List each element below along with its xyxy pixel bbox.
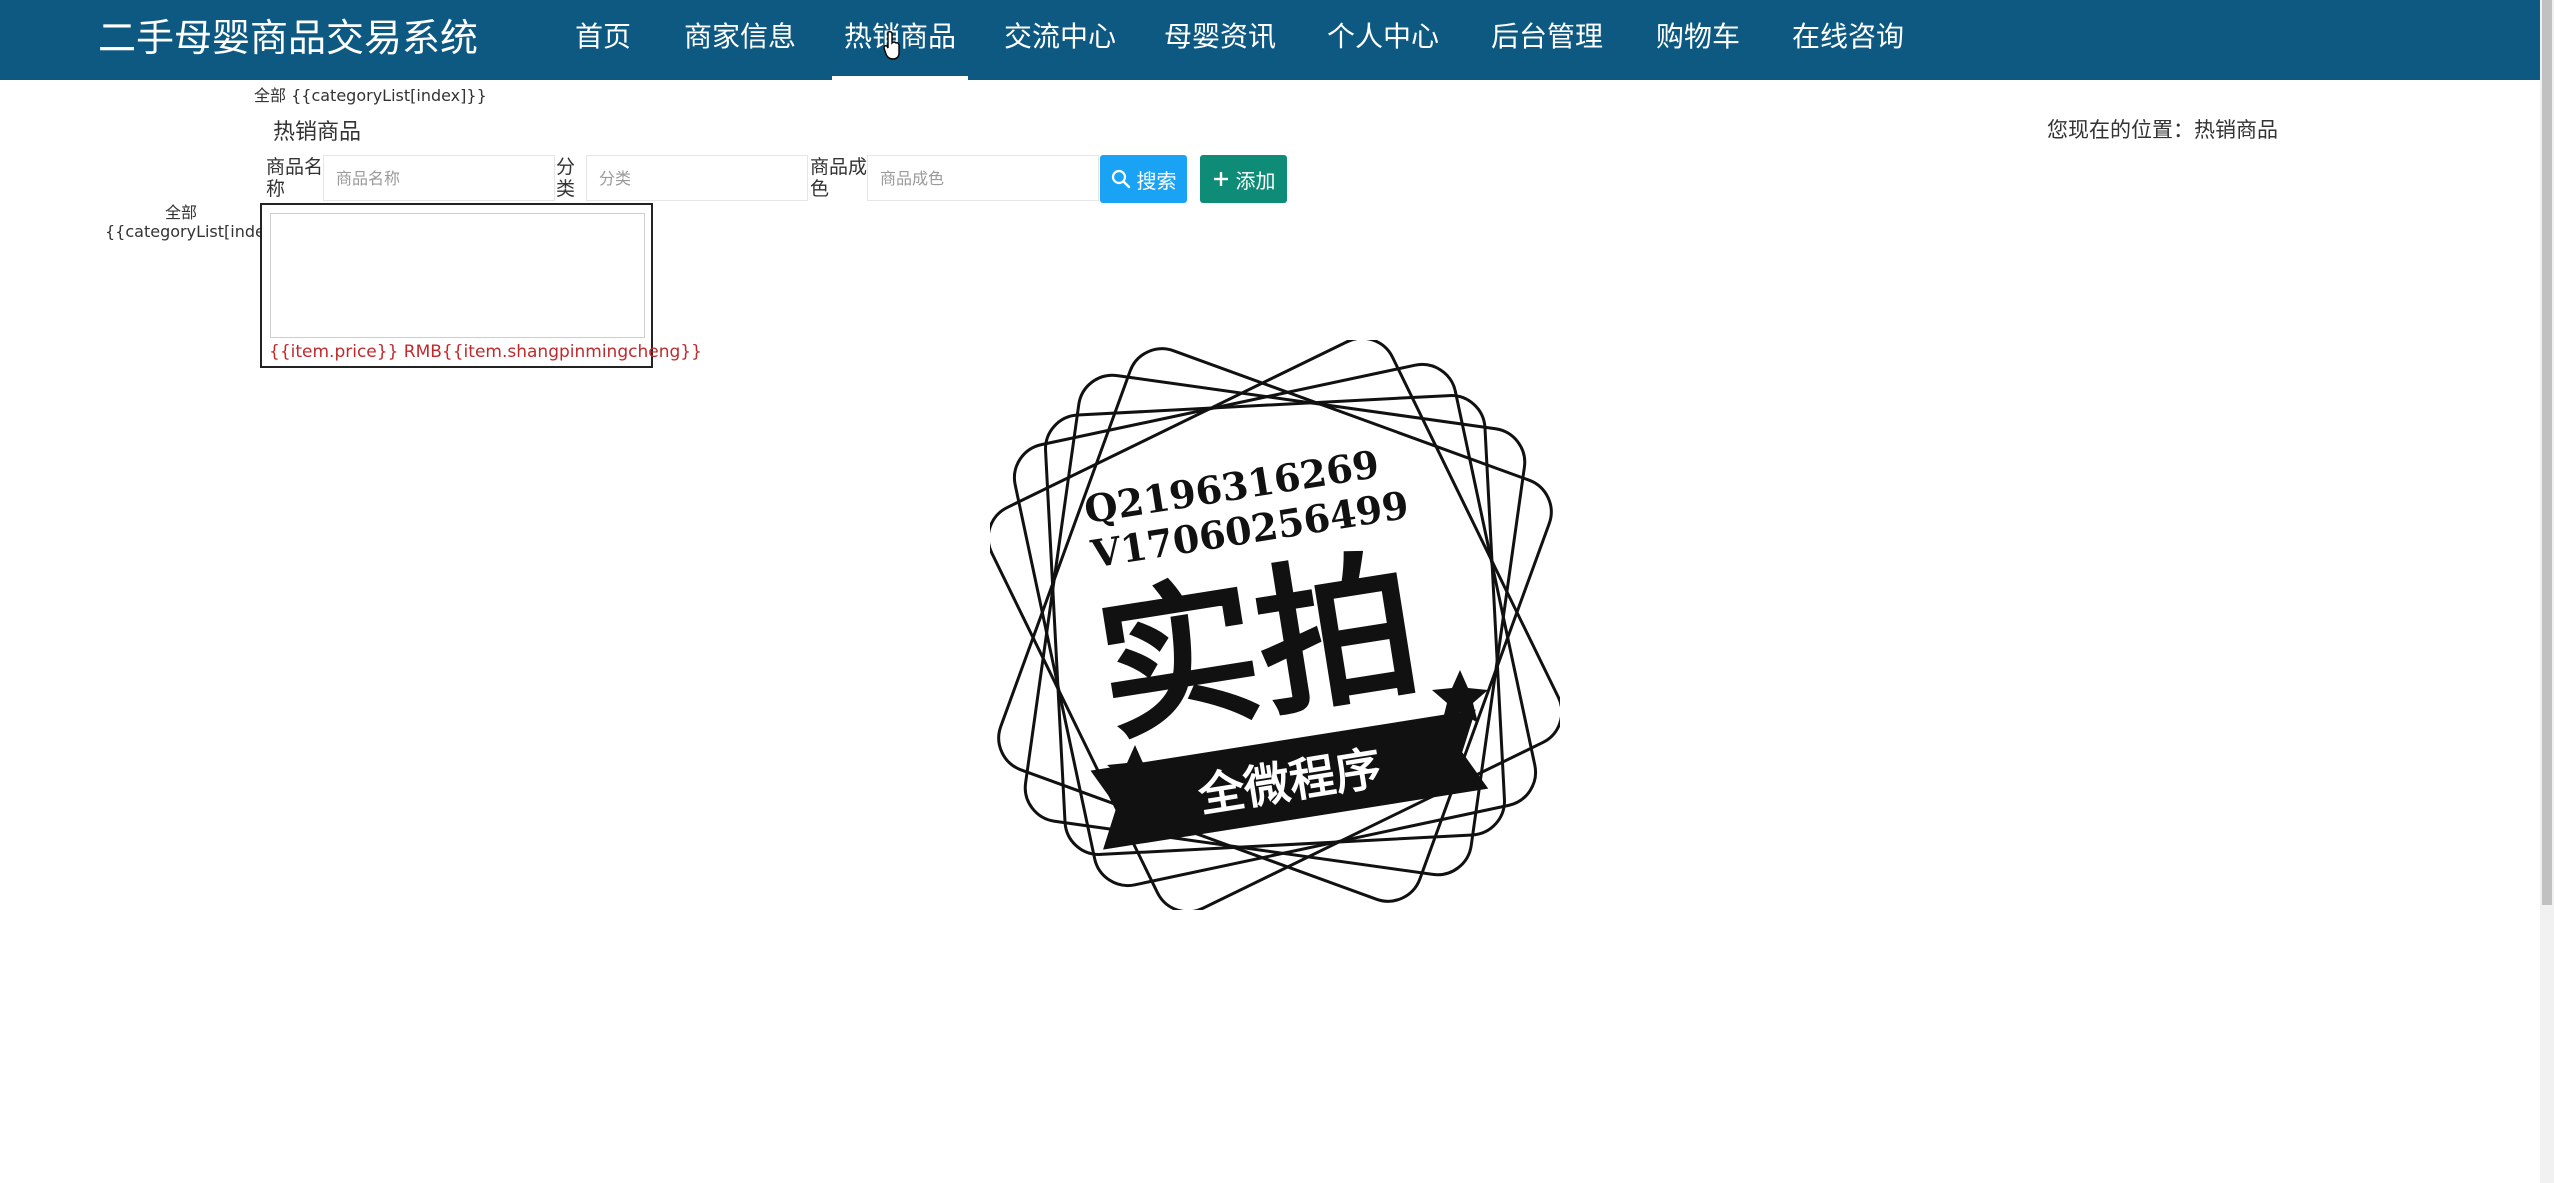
nav-item-online-consult[interactable]: 在线咨询: [1792, 0, 1904, 80]
add-button[interactable]: 添加: [1200, 155, 1287, 203]
product-name-label: 商品名称: [266, 156, 324, 200]
condition-label: 商品成色: [810, 156, 868, 200]
category-all[interactable]: 全部: [105, 203, 257, 222]
page-title: 热销商品: [273, 120, 362, 145]
search-icon: [1111, 169, 1130, 189]
product-card[interactable]: {{item.price}} RMB{{item.shangpinmingche…: [260, 203, 702, 368]
breadcrumb: 您现在的位置：热销商品: [2047, 118, 2278, 142]
nav-item-cart[interactable]: 购物车: [1656, 0, 1740, 80]
category-label: 分类: [556, 156, 576, 200]
nav-item-home[interactable]: 首页: [575, 0, 631, 80]
category-input[interactable]: [586, 155, 808, 201]
plus-icon: [1213, 172, 1228, 186]
add-button-label: 添加: [1235, 168, 1276, 193]
site-brand[interactable]: 二手母婴商品交易系统: [98, 14, 478, 62]
mouse-cursor-icon: [883, 30, 900, 60]
nav-item-admin[interactable]: 后台管理: [1491, 0, 1603, 80]
category-item[interactable]: {{categoryList[index]}}: [105, 222, 301, 241]
product-name-input[interactable]: [323, 155, 555, 201]
page-scrollbar[interactable]: [2540, 0, 2554, 1183]
product-caption[interactable]: {{item.price}} RMB{{item.shangpinmingche…: [269, 342, 702, 362]
search-button[interactable]: 搜索: [1100, 155, 1187, 203]
nav-item-personal-center[interactable]: 个人中心: [1327, 0, 1439, 80]
category-list-top[interactable]: 全部 {{categoryList[index]}}: [254, 82, 487, 106]
condition-input[interactable]: [867, 155, 1099, 201]
search-button-label: 搜索: [1136, 168, 1177, 193]
category-list-side[interactable]: 全部 {{categoryList[index]}}: [105, 203, 301, 241]
nav-item-news[interactable]: 母婴资讯: [1164, 0, 1276, 80]
product-image[interactable]: [270, 213, 645, 338]
watermark-stamp: Q2196316269 V17060256499 实拍 全微程序: [990, 340, 1560, 910]
nav-item-forum[interactable]: 交流中心: [1004, 0, 1116, 80]
top-navbar: 二手母婴商品交易系统 首页 商家信息 热销商品 交流中心 母婴资讯 个人中心 后…: [0, 0, 2540, 80]
scrollbar-thumb[interactable]: [2542, 0, 2552, 905]
nav-item-merchants[interactable]: 商家信息: [684, 0, 796, 80]
